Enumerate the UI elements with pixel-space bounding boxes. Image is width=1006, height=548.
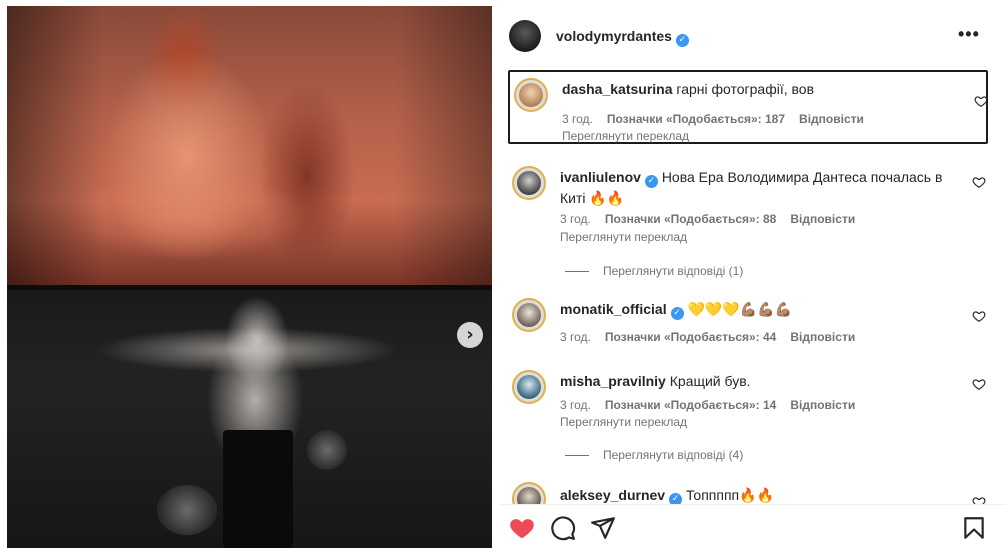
comment-time[interactable]: 3 год. [560, 212, 591, 226]
comment-time[interactable]: 3 год. [562, 112, 593, 126]
post-action-bar [500, 504, 1006, 548]
heart-outline-icon[interactable] [972, 175, 986, 189]
comment-meta: 3 год. Позначки «Подобається»: 88 Відповіс… [560, 212, 869, 226]
reply-button[interactable]: Відповісти [790, 398, 855, 412]
heart-outline-icon[interactable] [974, 94, 988, 108]
reply-button[interactable]: Відповісти [790, 330, 855, 344]
commenter-avatar[interactable] [514, 78, 548, 112]
comment-username[interactable]: aleksey_durnev [560, 487, 665, 503]
comment-text: aleksey_durnev ✓ Топпппп🔥🔥 [560, 485, 950, 504]
comment-likes[interactable]: Позначки «Подобається»: 14 [605, 398, 776, 412]
verified-badge-icon: ✓ [669, 493, 683, 504]
verified-badge-icon: ✓ [644, 175, 658, 188]
comment-meta: 3 год. Позначки «Подобається»: 187 Відпові… [562, 112, 878, 126]
author-username-text[interactable]: volodymyrdantes [556, 28, 672, 44]
translate-link[interactable]: Переглянути переклад [560, 415, 687, 429]
drum-kit [307, 430, 347, 470]
comment-likes[interactable]: Позначки «Подобається»: 44 [605, 330, 776, 344]
post-header: volodymyrdantes ✓ ••• [500, 0, 1006, 70]
replies-divider [565, 271, 589, 273]
comment-time[interactable]: 3 год. [560, 330, 591, 344]
comment-username[interactable]: ivanliulenov [560, 169, 641, 185]
post-photo-top [7, 6, 492, 285]
commenter-avatar[interactable] [512, 298, 546, 332]
comment-bubble-icon[interactable] [550, 515, 576, 541]
comment-body: Кращий був. [669, 373, 751, 389]
author-username[interactable]: volodymyrdantes ✓ [556, 28, 689, 47]
verified-badge-icon: ✓ [675, 34, 689, 47]
more-options-icon[interactable]: ••• [958, 24, 980, 45]
comment-body: 💛💛💛💪🏽💪🏽💪🏽 [687, 301, 793, 317]
comment-likes[interactable]: Позначки «Подобається»: 88 [605, 212, 776, 226]
comment-item: monatik_official ✓ 💛💛💛💪🏽💪🏽💪🏽 3 год. Познач… [508, 292, 988, 352]
heart-outline-icon[interactable] [972, 309, 986, 323]
view-replies-link[interactable]: Переглянути відповіді (1) [565, 264, 743, 278]
translate-link[interactable]: Переглянути переклад [560, 230, 687, 244]
author-avatar[interactable] [509, 20, 541, 52]
comment-item: dasha_katsurina гарні фотографії, вов 3 … [508, 70, 988, 144]
bookmark-icon[interactable] [961, 515, 987, 541]
paper-plane-icon[interactable] [590, 515, 616, 541]
reply-button[interactable]: Відповісти [790, 212, 855, 226]
post-media[interactable]: › [7, 6, 492, 548]
replies-divider [565, 455, 589, 457]
comment-item: ivanliulenov ✓ Нова Ера Володимира Дантес… [508, 160, 988, 250]
heart-outline-icon[interactable] [972, 377, 986, 391]
view-replies-text[interactable]: Переглянути відповіді (1) [603, 264, 743, 278]
comment-text: dasha_katsurina гарні фотографії, вов [562, 79, 952, 99]
comment-username[interactable]: dasha_katsurina [562, 81, 673, 97]
view-replies-link[interactable]: Переглянути відповіді (4) [565, 448, 743, 462]
view-replies-text[interactable]: Переглянути відповіді (4) [603, 448, 743, 462]
comment-item: aleksey_durnev ✓ Топпппп🔥🔥 [508, 478, 988, 504]
comment-likes[interactable]: Позначки «Подобається»: 187 [607, 112, 785, 126]
commenter-avatar[interactable] [512, 370, 546, 404]
comment-text: misha_pravilniy Кращий був. [560, 371, 950, 391]
chevron-right-icon: › [466, 324, 474, 345]
drum-kit [157, 485, 217, 535]
comment-item: misha_pravilniy Кращий був. 3 год. Познач… [508, 364, 988, 430]
comment-body: Топпппп🔥🔥 [685, 487, 774, 503]
post-photo-bottom [7, 290, 492, 548]
translate-link[interactable]: Переглянути переклад [562, 129, 689, 143]
comment-meta: 3 год. Позначки «Подобається»: 14 Відповіс… [560, 398, 869, 412]
commenter-avatar[interactable] [512, 166, 546, 200]
comment-text: monatik_official ✓ 💛💛💛💪🏽💪🏽💪🏽 [560, 299, 950, 320]
comment-body: гарні фотографії, вов [676, 81, 815, 97]
commenter-avatar[interactable] [512, 482, 546, 504]
performer-silhouette [223, 430, 293, 548]
heart-outline-icon[interactable] [972, 495, 986, 504]
comment-username[interactable]: misha_pravilniy [560, 373, 666, 389]
heart-filled-icon[interactable] [509, 515, 535, 541]
comment-text: ivanliulenov ✓ Нова Ера Володимира Дантес… [560, 167, 950, 208]
verified-badge-icon: ✓ [670, 307, 684, 320]
carousel-next-button[interactable]: › [457, 322, 483, 348]
comment-username[interactable]: monatik_official [560, 301, 667, 317]
reply-button[interactable]: Відповісти [799, 112, 864, 126]
comment-time[interactable]: 3 год. [560, 398, 591, 412]
comment-meta: 3 год. Позначки «Подобається»: 44 Відповіс… [560, 330, 869, 344]
